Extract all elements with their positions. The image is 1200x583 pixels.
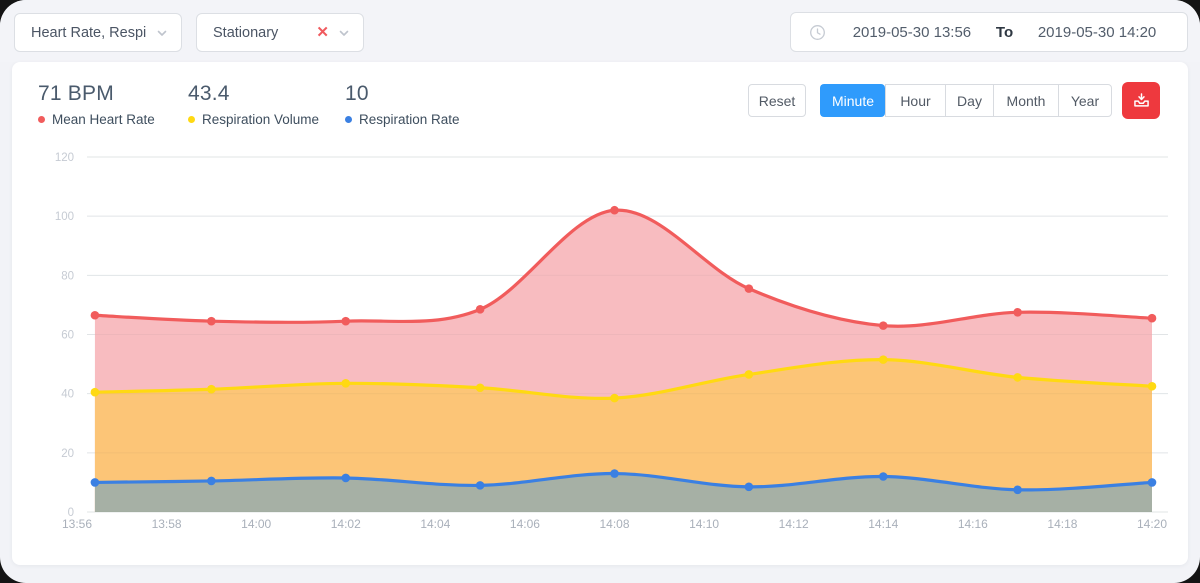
svg-text:14:04: 14:04 bbox=[420, 517, 450, 531]
svg-text:14:08: 14:08 bbox=[599, 517, 629, 531]
granularity-hour-button[interactable]: Hour bbox=[885, 84, 945, 117]
date-range-start-input[interactable]: 2019-05-30 13:56 bbox=[832, 24, 992, 41]
legend-dot-heart-rate bbox=[38, 116, 45, 123]
app-window: Heart Rate, Respir… Stationary ✕ 2019-05… bbox=[0, 0, 1200, 583]
svg-text:14:14: 14:14 bbox=[868, 517, 898, 531]
granularity-button-group: Minute Hour Day Month Year bbox=[820, 84, 1112, 117]
svg-text:20: 20 bbox=[61, 448, 74, 460]
stat-value: 43.4 bbox=[188, 82, 319, 106]
svg-text:13:56: 13:56 bbox=[62, 517, 92, 531]
tag-select-value: Stationary bbox=[213, 25, 308, 41]
granularity-day-button[interactable]: Day bbox=[945, 84, 993, 117]
x-axis-labels: 13:56 13:58 14:00 14:02 14:04 14:06 14:08 14:10… bbox=[62, 517, 1167, 531]
filter-bar: Heart Rate, Respir… Stationary ✕ 2019-05… bbox=[0, 0, 1200, 62]
stat-label: Respiration Volume bbox=[202, 112, 319, 127]
y-axis-labels: 020406080100120 bbox=[55, 152, 74, 519]
tag-remove-x-icon[interactable]: ✕ bbox=[316, 25, 329, 40]
svg-text:14:18: 14:18 bbox=[1047, 517, 1077, 531]
chevron-down-icon bbox=[155, 26, 169, 40]
stat-mean-heart-rate: 71 BPM Mean Heart Rate bbox=[38, 82, 155, 127]
svg-text:14:16: 14:16 bbox=[958, 517, 988, 531]
download-tray-icon bbox=[1131, 90, 1152, 111]
granularity-year-button[interactable]: Year bbox=[1058, 84, 1112, 117]
metric-select-value: Heart Rate, Respir… bbox=[31, 25, 147, 41]
metrics-card: 71 BPM Mean Heart Rate 43.4 Respiration … bbox=[12, 62, 1188, 565]
clock-icon bbox=[809, 24, 826, 41]
svg-text:14:06: 14:06 bbox=[510, 517, 540, 531]
chevron-down-icon bbox=[337, 26, 351, 40]
svg-text:13:58: 13:58 bbox=[152, 517, 182, 531]
svg-text:14:12: 14:12 bbox=[779, 517, 809, 531]
stat-respiration-volume: 43.4 Respiration Volume bbox=[188, 82, 319, 127]
date-range-picker[interactable]: 2019-05-30 13:56 To 2019-05-30 14:20 bbox=[790, 12, 1188, 52]
stat-label: Mean Heart Rate bbox=[52, 112, 155, 127]
granularity-month-button[interactable]: Month bbox=[993, 84, 1058, 117]
metrics-area-chart[interactable]: 02040608010012013:5613:5814:0014:0214:04… bbox=[12, 150, 1188, 556]
date-range-end-input[interactable]: 2019-05-30 14:20 bbox=[1017, 24, 1177, 41]
svg-text:14:10: 14:10 bbox=[689, 517, 719, 531]
svg-text:120: 120 bbox=[55, 152, 74, 164]
svg-text:14:20: 14:20 bbox=[1137, 517, 1167, 531]
svg-text:14:02: 14:02 bbox=[331, 517, 361, 531]
reset-button[interactable]: Reset bbox=[748, 84, 806, 117]
svg-text:40: 40 bbox=[61, 389, 74, 401]
granularity-minute-button[interactable]: Minute bbox=[820, 84, 885, 117]
svg-text:14:00: 14:00 bbox=[241, 517, 271, 531]
svg-text:60: 60 bbox=[61, 329, 74, 341]
stat-respiration-rate: 10 Respiration Rate bbox=[345, 82, 460, 127]
svg-text:80: 80 bbox=[61, 270, 74, 282]
stat-label: Respiration Rate bbox=[359, 112, 460, 127]
tag-select-dropdown[interactable]: Stationary ✕ bbox=[196, 13, 364, 52]
svg-text:100: 100 bbox=[55, 211, 74, 223]
date-range-separator: To bbox=[992, 24, 1017, 41]
metric-select-dropdown[interactable]: Heart Rate, Respir… bbox=[14, 13, 182, 52]
export-download-button[interactable] bbox=[1122, 82, 1160, 119]
stat-value: 71 BPM bbox=[38, 82, 155, 106]
stat-value: 10 bbox=[345, 82, 460, 106]
legend-dot-respiration-rate bbox=[345, 116, 352, 123]
legend-dot-respiration-volume bbox=[188, 116, 195, 123]
